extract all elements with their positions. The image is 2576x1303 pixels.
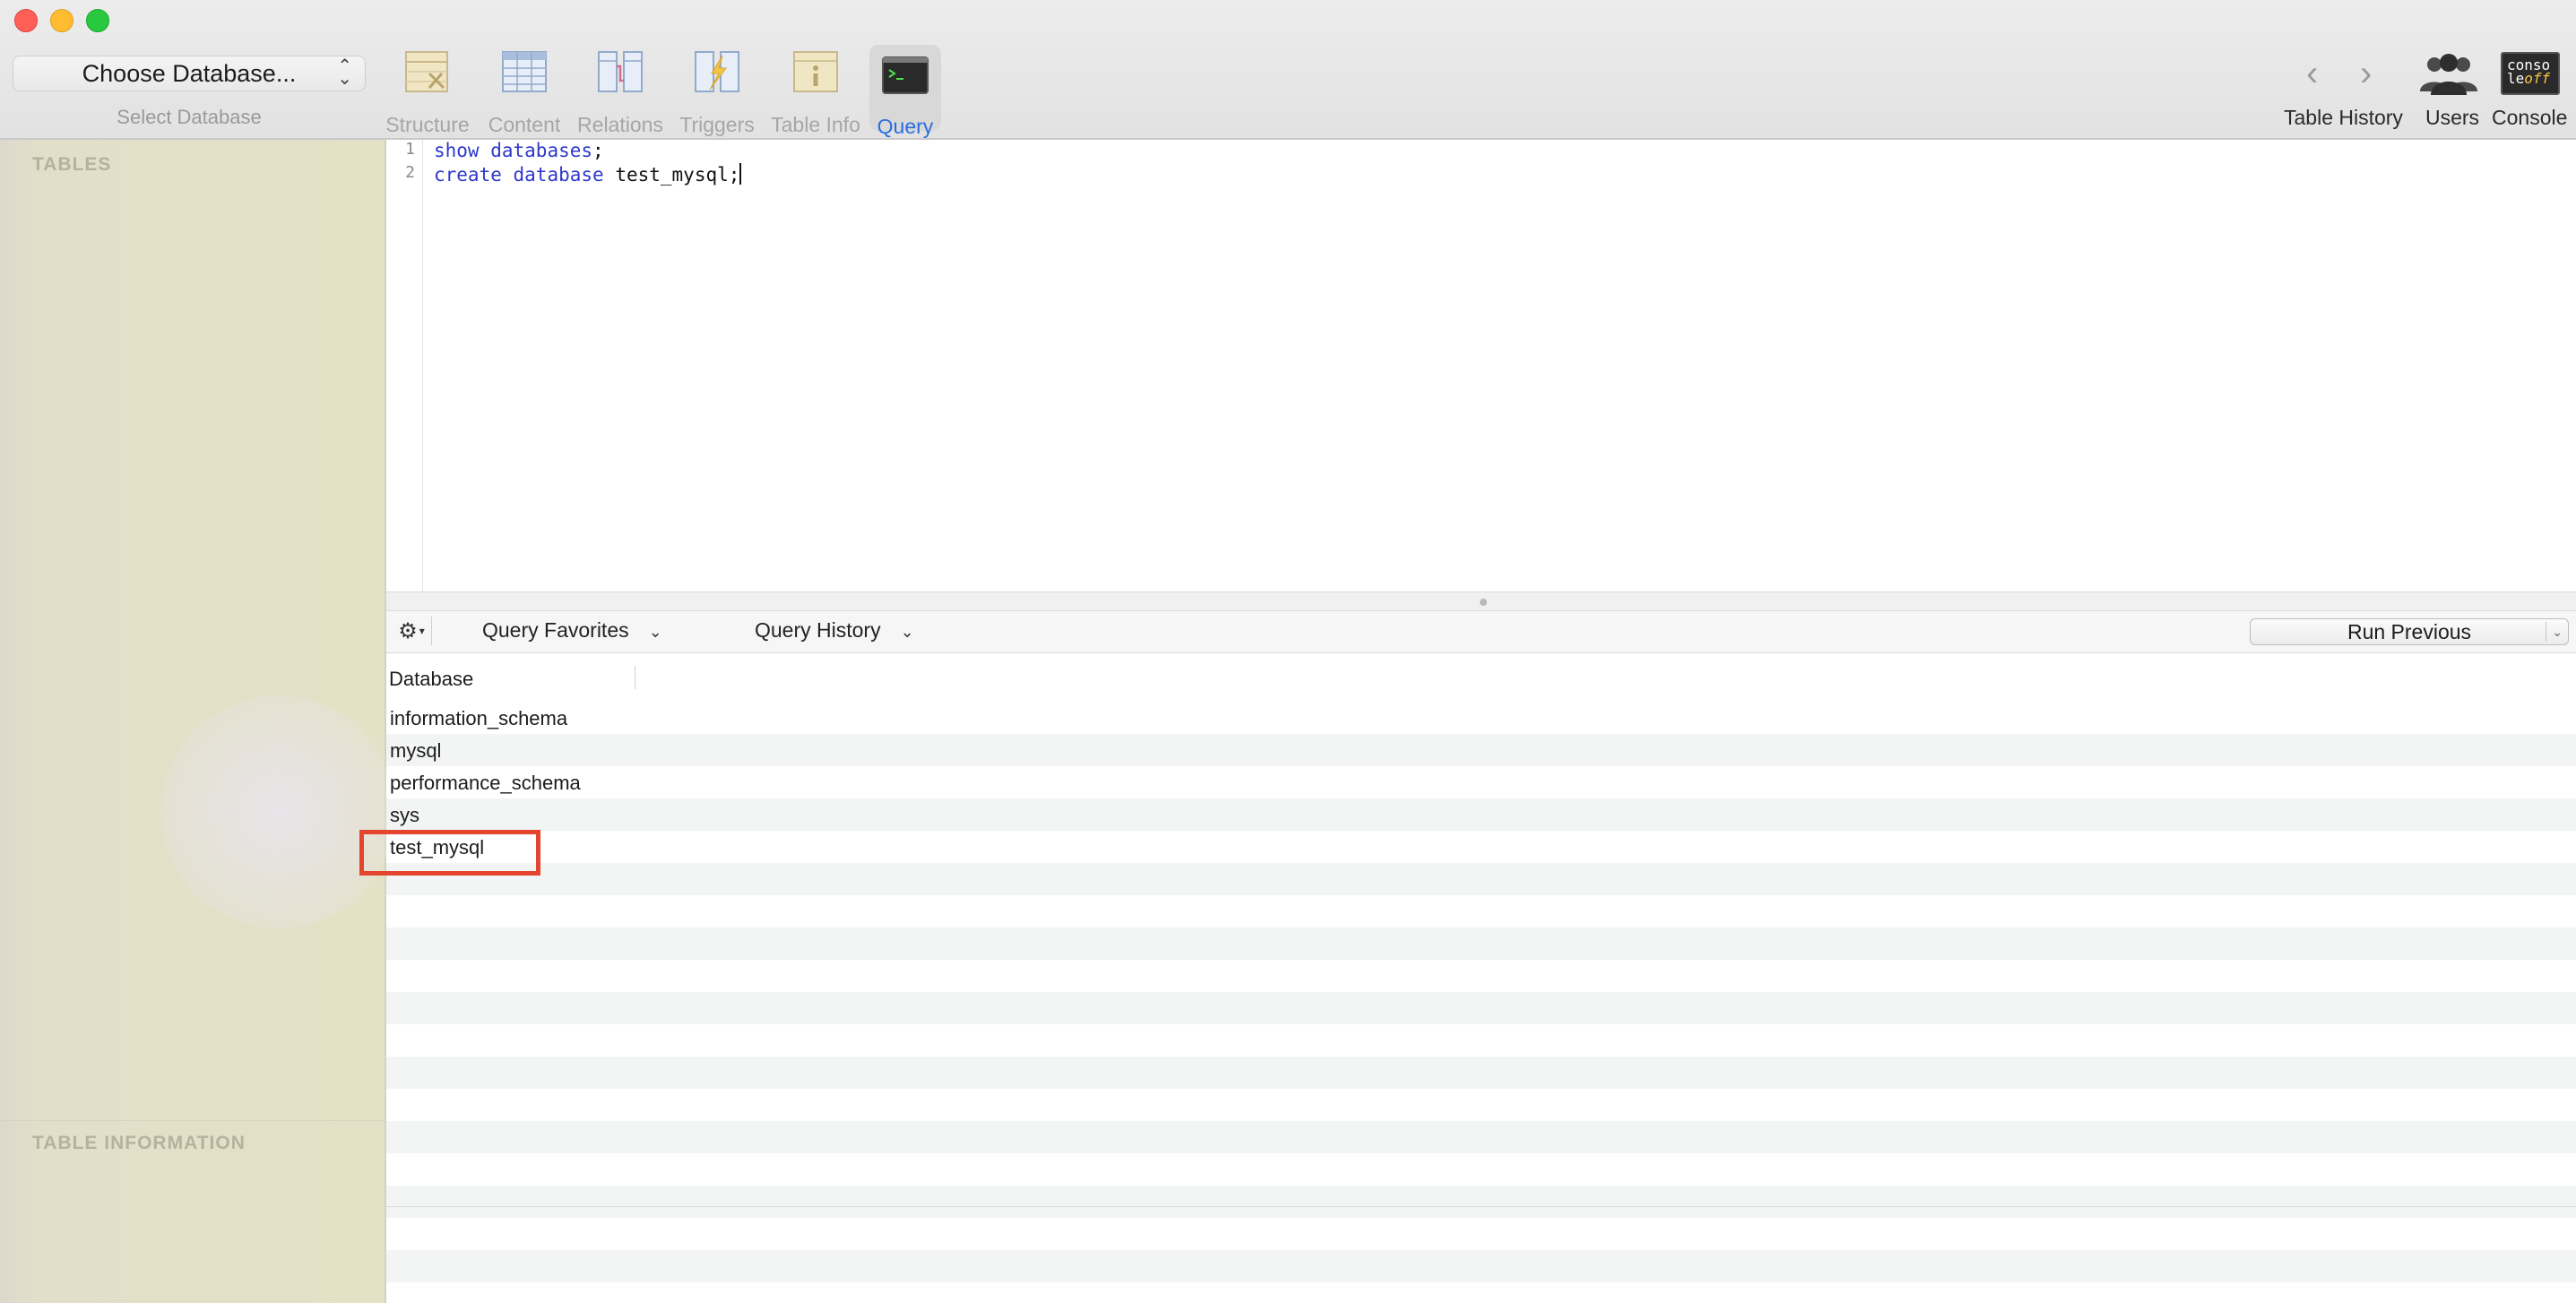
tab-table-info[interactable]: Table Info (769, 47, 862, 137)
content-icon (502, 51, 547, 92)
sidebar: TABLES TABLE INFORMATION (0, 140, 394, 1303)
line-number: 2 (405, 163, 415, 182)
query-favorites-label: Query Favorites (482, 618, 629, 642)
table-row[interactable]: sys (386, 798, 2576, 831)
select-database-caption: Select Database (117, 106, 262, 128)
sql-text: test_mysql; (603, 164, 740, 186)
query-settings-button[interactable]: ⚙ ▾ (392, 617, 432, 645)
table-row[interactable]: mysql (386, 734, 2576, 766)
dropdown-arrow-icon: ▾ (419, 625, 425, 637)
triggers-icon (695, 51, 739, 92)
structure-icon (405, 51, 448, 92)
editor-results-splitter[interactable] (386, 591, 2576, 611)
chevron-down-icon: ⌄ (648, 623, 662, 641)
tables-heading: TABLES (32, 154, 112, 175)
code-line-1: show databases; (434, 140, 604, 161)
tab-query[interactable]: Query (869, 45, 941, 138)
chevron-left-icon: ‹ (2306, 54, 2319, 93)
run-previous-button[interactable]: Run Previous ⌄ (2250, 618, 2569, 645)
console-icon-text-2: le (2507, 70, 2525, 87)
query-editor[interactable]: 1 2 show databases; create database test… (386, 140, 2576, 591)
text-caret (739, 163, 742, 185)
terminal-icon (882, 56, 929, 94)
splitter-handle-icon (1480, 599, 1487, 606)
empty-row (386, 928, 2576, 960)
column-header-database[interactable]: Database (389, 668, 473, 691)
results-header-row: Database (386, 653, 2576, 703)
tab-relations[interactable]: Relations (577, 47, 663, 137)
console-icon-text-3: off (2524, 70, 2551, 87)
empty-row (386, 863, 2576, 895)
empty-row (386, 1186, 2576, 1218)
updown-chevron-icon: ⌃ ⌄ (337, 56, 352, 89)
tab-structure[interactable]: Structure (384, 47, 471, 137)
users-icon (2420, 54, 2477, 95)
choose-database-select[interactable]: Choose Database... ⌃ ⌄ (13, 56, 366, 91)
table-row[interactable]: information_schema (386, 702, 2576, 734)
table-cell: mysql (390, 739, 442, 762)
window-zoom-button[interactable] (86, 9, 109, 32)
table-information-heading: TABLE INFORMATION (32, 1133, 246, 1153)
line-number-gutter: 1 2 (386, 140, 423, 591)
empty-row (386, 1057, 2576, 1089)
choose-database-value: Choose Database... (82, 59, 297, 87)
table-row[interactable]: test_mysql (386, 831, 2576, 863)
window-toolbar: Choose Database... ⌃ ⌄ Select Database St… (0, 0, 2576, 140)
sql-keyword: create (434, 164, 502, 186)
sidebar-background-glow (161, 695, 394, 928)
sql-text: ; (592, 140, 604, 161)
query-history-label: Query History (755, 618, 881, 642)
sql-keyword: databases (490, 140, 593, 161)
run-previous-label: Run Previous (2347, 620, 2472, 643)
table-cell: sys (390, 804, 419, 826)
relations-icon (598, 51, 643, 92)
chevron-right-icon: › (2360, 54, 2373, 93)
table-row[interactable]: performance_schema (386, 766, 2576, 798)
empty-row (386, 1121, 2576, 1153)
query-action-bar: ⚙ ▾ Query Favorites ⌄ Query History ⌄ Run P… (386, 611, 2576, 653)
tab-query-label: Query (877, 115, 934, 138)
results-bottom-divider (386, 1206, 2576, 1207)
empty-row (386, 992, 2576, 1024)
table-history-label: Table History (2284, 106, 2403, 129)
table-cell: performance_schema (390, 772, 581, 794)
tab-content-label: Content (488, 113, 561, 136)
code-line-2: create database test_mysql; (434, 163, 742, 186)
sql-keyword: show (434, 140, 480, 161)
sidebar-divider (0, 1120, 385, 1121)
highlight-annotation-box (359, 830, 540, 876)
tab-triggers[interactable]: Triggers (678, 47, 756, 137)
tab-relations-label: Relations (577, 113, 663, 136)
tab-triggers-label: Triggers (679, 113, 755, 136)
results-table: Database information_schema mysql perfor… (386, 653, 2576, 1303)
console-toggle[interactable]: conso leoff (2501, 52, 2560, 95)
chevron-down-icon[interactable]: ⌄ (2552, 619, 2563, 644)
history-forward-button[interactable]: › (2360, 54, 2372, 94)
window-close-button[interactable] (14, 9, 38, 32)
tab-content[interactable]: Content (484, 47, 565, 137)
users-button[interactable] (2418, 50, 2479, 97)
chevron-down-icon: ⌄ (900, 623, 914, 641)
gear-icon: ⚙ (398, 618, 418, 643)
query-history-menu[interactable]: Query History ⌄ (755, 618, 914, 643)
history-back-button[interactable]: ‹ (2306, 54, 2318, 94)
users-label: Users (2425, 106, 2480, 129)
tab-table-info-label: Table Info (771, 113, 860, 136)
empty-row (386, 1250, 2576, 1282)
query-favorites-menu[interactable]: Query Favorites ⌄ (482, 618, 662, 643)
line-number: 1 (405, 140, 415, 159)
tab-structure-label: Structure (385, 113, 470, 136)
console-label: Console (2492, 106, 2568, 129)
window-minimize-button[interactable] (50, 9, 73, 32)
sql-keyword: database (513, 164, 604, 186)
table-cell: information_schema (390, 707, 568, 729)
table-info-icon (793, 51, 838, 92)
